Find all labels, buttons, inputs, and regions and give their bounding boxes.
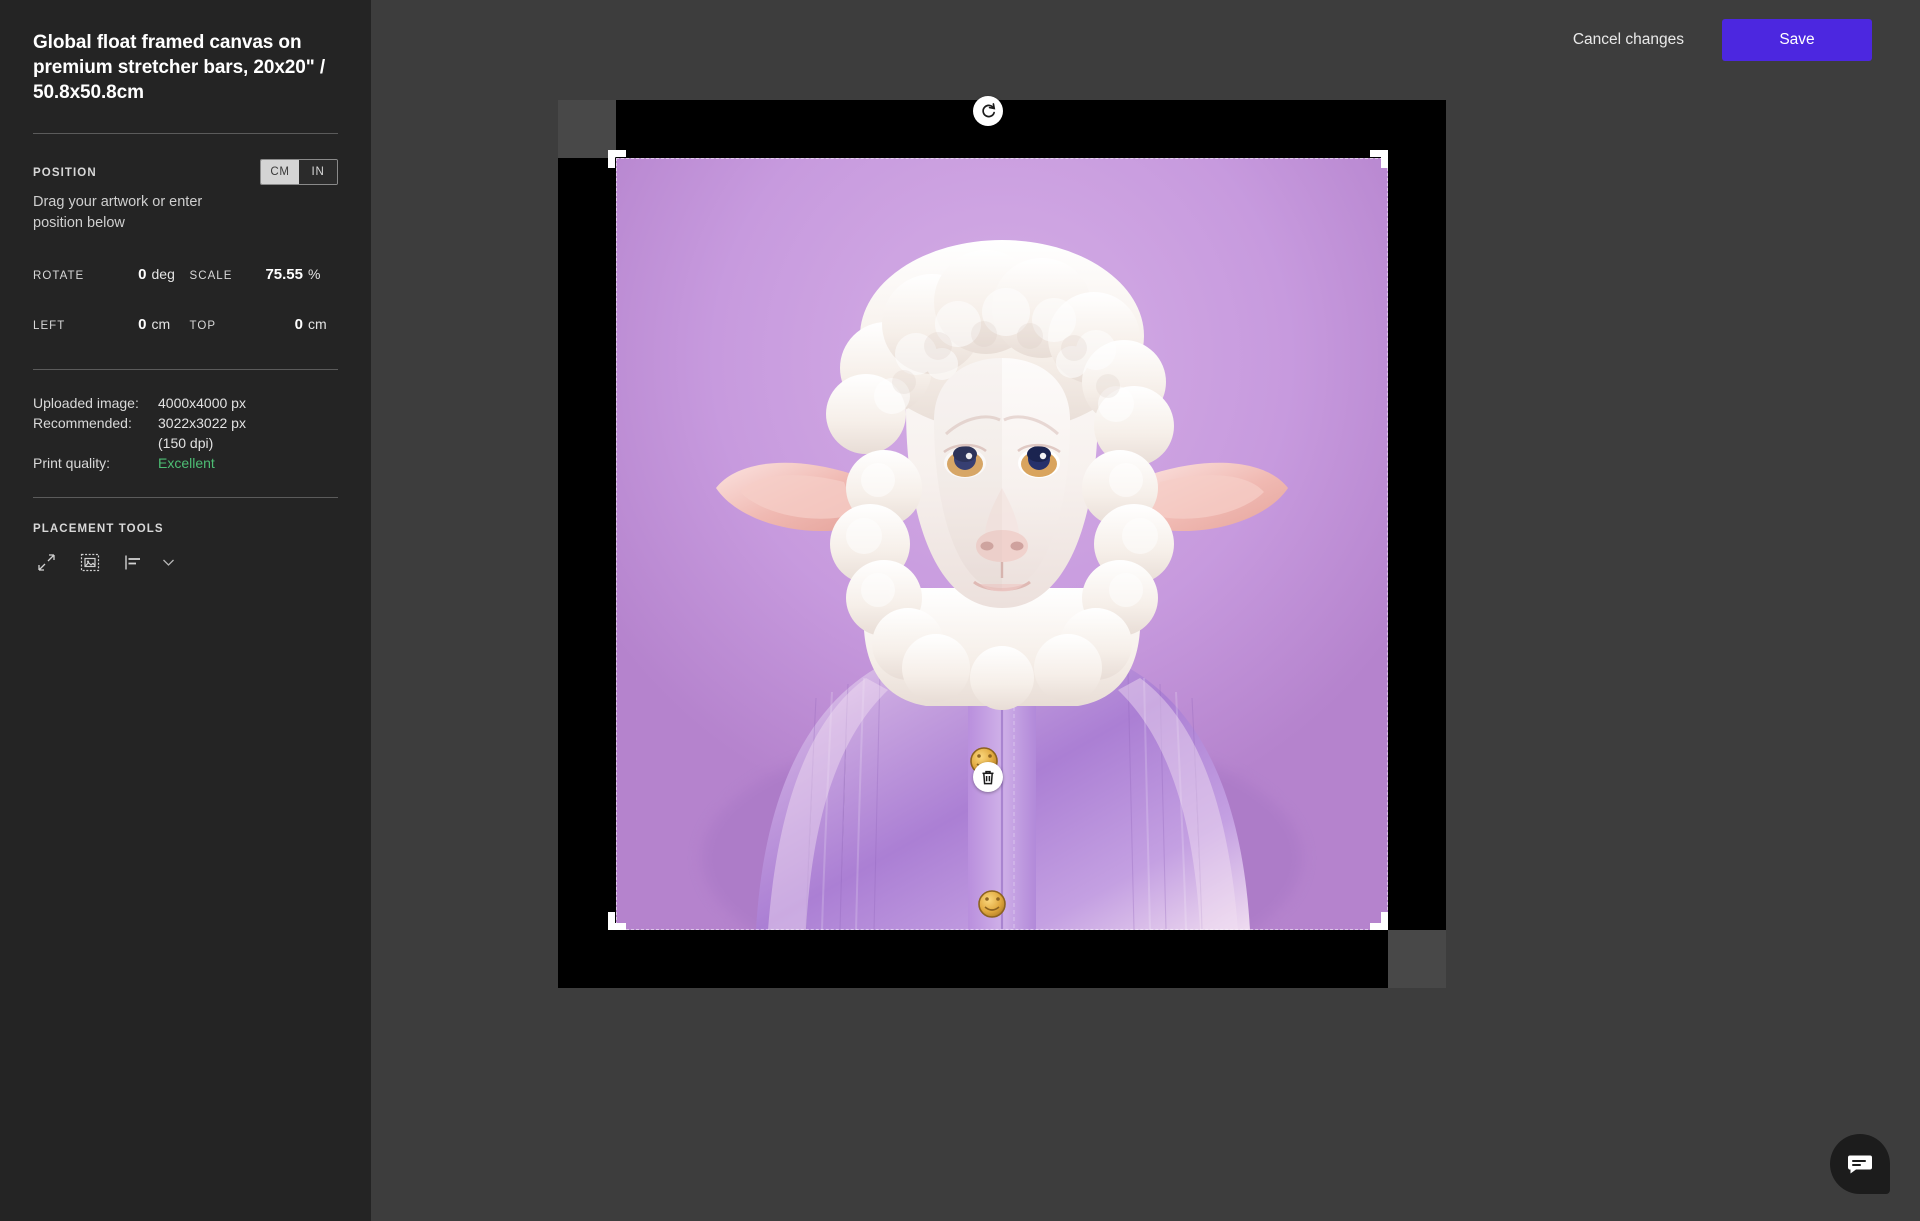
left-unit: cm [151, 316, 171, 333]
top-field[interactable]: TOP cm [182, 316, 339, 334]
resize-handle-bottom-left[interactable] [608, 912, 626, 930]
uploaded-image-row: Uploaded image: 4000x4000 px [33, 394, 338, 414]
chat-bubble-icon[interactable] [1830, 1134, 1890, 1194]
scale-field[interactable]: SCALE % [182, 266, 339, 284]
top-label: TOP [189, 320, 217, 333]
rotate-unit: deg [151, 266, 175, 283]
unit-toggle-cm[interactable]: CM [261, 160, 299, 185]
print-quality-label: Print quality: [33, 455, 111, 472]
main-area: Cancel changes Save [371, 0, 1920, 1221]
unit-toggle[interactable]: CM IN [260, 159, 338, 186]
top-unit: cm [308, 316, 327, 333]
page-title: Global float framed canvas on premium st… [33, 32, 326, 104]
position-label: POSITION [33, 167, 97, 180]
scale-label: SCALE [189, 270, 233, 283]
editor-root: Global float framed canvas on premium st… [0, 0, 1920, 1221]
left-label: LEFT [33, 320, 66, 333]
rotate-input[interactable] [89, 266, 152, 284]
unit-toggle-in[interactable]: IN [299, 160, 337, 185]
placement-tools-label: PLACEMENT TOOLS [33, 522, 164, 535]
rotate-scale-row: ROTATE deg SCALE % [33, 266, 339, 284]
recommended-dpi: (150 dpi) [158, 435, 214, 452]
rotate-field[interactable]: ROTATE deg [33, 266, 182, 284]
placement-tools-row [33, 550, 338, 576]
top-toolbar: Cancel changes Save [371, 0, 1920, 80]
position-section: POSITION Drag your artwork or enter posi… [33, 159, 338, 233]
align-left-icon[interactable] [121, 550, 147, 576]
divider [33, 133, 338, 135]
resize-handle-bottom-right[interactable] [1370, 912, 1388, 930]
left-top-row: LEFT cm TOP cm [33, 316, 339, 334]
left-field[interactable]: LEFT cm [33, 316, 182, 334]
image-info-table: Uploaded image: 4000x4000 px Recommended… [33, 394, 338, 474]
cancel-changes-button[interactable]: Cancel changes [1563, 23, 1694, 57]
chevron-down-icon[interactable] [159, 554, 177, 572]
print-quality-value: Excellent [158, 455, 215, 472]
recommended-row: Recommended: 3022x3022 px (150 dpi) [33, 414, 338, 454]
sheep-illustration [616, 158, 1388, 930]
save-button[interactable]: Save [1722, 19, 1872, 61]
divider [33, 496, 338, 498]
rotate-icon[interactable] [973, 96, 1003, 126]
artwork-image[interactable] [616, 158, 1388, 930]
position-hint: Drag your artwork or enter position belo… [33, 194, 203, 231]
recommended-value: 3022x3022 px [158, 415, 246, 432]
uploaded-image-value: 4000x4000 px [158, 395, 246, 412]
artwork-stage[interactable] [558, 96, 1446, 988]
top-input[interactable] [254, 316, 308, 334]
cardigan-button-lower [978, 890, 1006, 918]
rotate-label: ROTATE [33, 270, 85, 283]
scale-unit: % [308, 266, 321, 283]
fit-image-to-frame-icon[interactable] [77, 550, 103, 576]
left-input[interactable] [89, 316, 152, 334]
scale-input[interactable] [254, 266, 308, 284]
divider [33, 369, 338, 371]
recommended-label: Recommended: [33, 415, 132, 432]
trash-icon[interactable] [973, 762, 1003, 792]
resize-diagonal-icon[interactable] [33, 550, 59, 576]
print-quality-row: Print quality: Excellent [33, 454, 338, 474]
uploaded-image-label: Uploaded image: [33, 395, 139, 412]
resize-handle-top-left[interactable] [608, 150, 626, 168]
resize-handle-top-right[interactable] [1370, 150, 1388, 168]
left-sidebar: Global float framed canvas on premium st… [0, 0, 371, 1221]
